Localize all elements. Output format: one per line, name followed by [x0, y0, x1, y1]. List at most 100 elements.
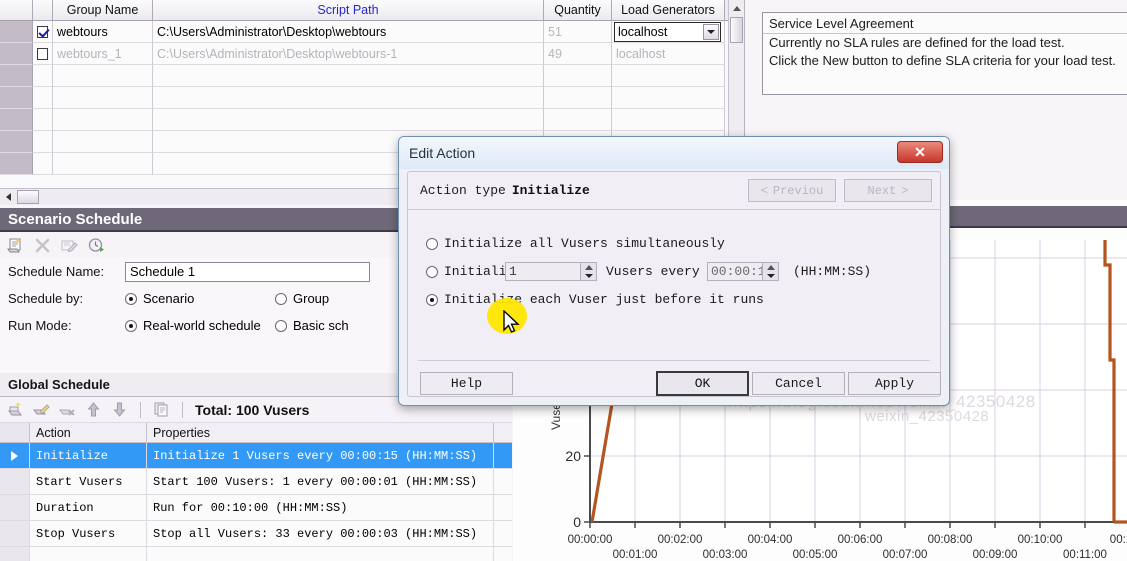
table-row[interactable] [0, 65, 744, 87]
apply-button[interactable]: Apply [848, 372, 941, 395]
spinner-up-icon[interactable] [584, 265, 593, 270]
cell-empty[interactable] [544, 87, 612, 109]
cell-empty[interactable] [53, 131, 153, 153]
cell-action[interactable]: Start Vusers [30, 469, 147, 494]
vertical-scroll-thumb[interactable] [730, 17, 743, 43]
cell-properties[interactable]: Start 100 Vusers: 1 every 00:00:01 (HH:M… [147, 469, 494, 494]
cell-empty[interactable] [612, 87, 725, 109]
cell-empty[interactable] [53, 153, 153, 175]
edit-schedule-icon[interactable] [61, 237, 78, 254]
row-header[interactable] [0, 87, 33, 109]
spinner-up-icon[interactable] [766, 265, 775, 270]
scroll-up-icon[interactable] [729, 0, 744, 16]
cell-empty[interactable] [33, 109, 53, 131]
cell-properties[interactable]: Initialize 1 Vusers every 00:00:15 (HH:M… [147, 443, 494, 468]
table-row[interactable]: webtours C:\Users\Administrator\Desktop\… [0, 21, 744, 43]
column-header-properties[interactable]: Properties [147, 423, 494, 442]
cell-action[interactable] [30, 547, 147, 561]
row-checkbox-cell[interactable] [33, 43, 53, 65]
cell-empty[interactable] [544, 65, 612, 87]
cell-empty[interactable] [612, 65, 725, 87]
move-up-icon[interactable] [85, 401, 102, 418]
cell-empty[interactable] [33, 153, 53, 175]
cell-load-generator[interactable]: localhost [612, 21, 725, 43]
next-button[interactable]: Next > [844, 179, 932, 202]
column-header-load-generators[interactable]: Load Generators [612, 0, 725, 20]
table-row[interactable] [0, 547, 512, 561]
table-row[interactable] [0, 87, 744, 109]
cell-action[interactable]: Initialize [30, 443, 147, 468]
column-header-script-path[interactable]: Script Path [153, 0, 544, 20]
cell-empty[interactable] [33, 65, 53, 87]
radio-off-icon[interactable] [275, 319, 287, 332]
cell-script-path[interactable]: C:\Users\Administrator\Desktop\webtours [153, 21, 544, 43]
spinner-down-icon[interactable] [584, 274, 593, 278]
dialog-title-bar[interactable]: Edit Action ✕ [399, 137, 949, 169]
table-row[interactable]: Duration Run for 00:10:00 (HH:MM:SS) [0, 495, 512, 521]
radio-initialize-each-before-run[interactable]: Initialize each Vuser just before it run… [426, 292, 764, 307]
cell-empty[interactable] [153, 109, 544, 131]
radio-on-icon[interactable] [426, 293, 438, 306]
radio-run-mode-basic[interactable]: Basic sch [275, 318, 349, 333]
radio-initialize-all-simultaneously[interactable]: Initialize all Vusers simultaneously [426, 236, 725, 251]
cell-empty[interactable] [544, 109, 612, 131]
row-header[interactable] [0, 21, 33, 43]
cell-empty[interactable] [53, 65, 153, 87]
load-generator-combobox[interactable]: localhost [614, 21, 721, 42]
cell-properties[interactable] [147, 547, 494, 561]
row-header[interactable] [0, 131, 33, 153]
interval-spinner[interactable] [762, 262, 779, 281]
radio-off-icon[interactable] [275, 292, 287, 305]
close-icon[interactable]: ✕ [897, 141, 943, 163]
copy-icon[interactable] [153, 401, 170, 418]
row-header[interactable] [0, 109, 33, 131]
column-header-group-name[interactable]: Group Name [53, 0, 153, 20]
vusers-count-spinner[interactable] [580, 262, 597, 281]
spinner-down-icon[interactable] [766, 274, 775, 278]
table-row[interactable]: Initialize Initialize 1 Vusers every 00:… [0, 443, 512, 469]
cell-empty[interactable] [33, 87, 53, 109]
horizontal-scroll-thumb[interactable] [17, 190, 39, 204]
radio-schedule-by-group[interactable]: Group [275, 291, 329, 306]
row-header[interactable] [0, 65, 33, 87]
column-header-check[interactable] [33, 0, 53, 20]
cell-group-name[interactable]: webtours [53, 21, 153, 43]
checkbox-unchecked-icon[interactable] [37, 47, 48, 60]
checkbox-checked-icon[interactable] [37, 25, 48, 38]
radio-on-icon[interactable] [125, 319, 137, 332]
radio-off-icon[interactable] [426, 265, 438, 278]
cell-quantity[interactable]: 49 [544, 43, 612, 65]
help-button[interactable]: Help [420, 372, 513, 395]
column-header-action[interactable]: Action [30, 423, 147, 442]
cell-script-path[interactable]: C:\Users\Administrator\Desktop\webtours-… [153, 43, 544, 65]
cell-empty[interactable] [53, 87, 153, 109]
cell-empty[interactable] [53, 109, 153, 131]
previous-button[interactable]: < Previou [748, 179, 836, 202]
cell-load-generator[interactable]: localhost [612, 43, 725, 65]
table-row[interactable]: Stop Vusers Stop all Vusers: 33 every 00… [0, 521, 512, 547]
cell-group-name[interactable]: webtours_1 [53, 43, 153, 65]
cell-action[interactable]: Stop Vusers [30, 521, 147, 546]
row-checkbox-cell[interactable] [33, 21, 53, 43]
radio-run-mode-realworld[interactable]: Real-world schedule [125, 318, 275, 333]
schedule-name-input[interactable]: Schedule 1 [125, 261, 370, 282]
chevron-down-icon[interactable] [703, 23, 719, 40]
row-header[interactable] [0, 153, 33, 175]
scroll-left-icon[interactable] [0, 190, 17, 205]
cell-empty[interactable] [33, 131, 53, 153]
cell-empty[interactable] [612, 109, 725, 131]
ok-button[interactable]: OK [656, 371, 749, 396]
cell-empty[interactable] [153, 87, 544, 109]
edit-action-icon[interactable] [33, 401, 50, 418]
radio-schedule-by-scenario[interactable]: Scenario [125, 291, 275, 306]
cell-action[interactable]: Duration [30, 495, 147, 520]
add-action-icon[interactable] [7, 401, 24, 418]
delete-schedule-icon[interactable] [34, 237, 51, 254]
radio-on-icon[interactable] [125, 292, 137, 305]
delete-action-icon[interactable] [59, 401, 76, 418]
cell-empty[interactable] [153, 65, 544, 87]
move-down-icon[interactable] [111, 401, 128, 418]
column-header-rownum[interactable] [0, 0, 33, 20]
cancel-button[interactable]: Cancel [752, 372, 845, 395]
row-header[interactable] [0, 43, 33, 65]
